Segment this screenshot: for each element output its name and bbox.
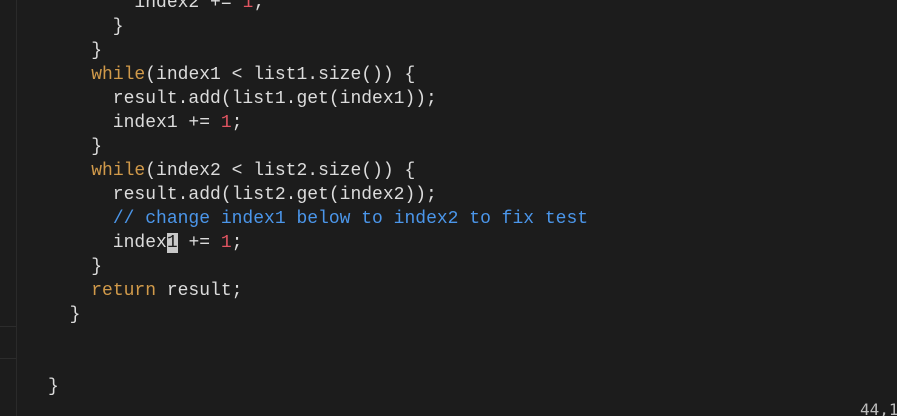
code-line[interactable]: index2 += 1; (48, 0, 588, 15)
keyword-token: while (91, 65, 146, 85)
code-text: } (48, 137, 103, 157)
code-line[interactable]: // change index1 below to index2 to fix … (48, 207, 588, 231)
code-text: ; (231, 113, 243, 133)
code-line[interactable]: index1 += 1; (48, 111, 588, 135)
code-line[interactable]: } (48, 135, 588, 159)
code-text: index2 += (48, 0, 243, 13)
number-token: 1 (242, 0, 254, 13)
code-area[interactable]: index2 += 1; } } while(index1 < list1.si… (48, 0, 588, 399)
code-line[interactable]: while(index2 < list2.size()) { (48, 159, 588, 183)
code-line[interactable] (48, 327, 588, 351)
code-line[interactable]: result.add(list1.get(index1)); (48, 87, 588, 111)
comment-token: // change index1 below to index2 to fix … (112, 209, 589, 229)
editor-gutter (0, 0, 17, 416)
gutter-divider (0, 358, 16, 359)
code-line[interactable]: } (48, 39, 588, 63)
code-text: result.add(list1.get(index1)); (48, 89, 437, 109)
code-line[interactable]: } (48, 15, 588, 39)
number-token: 1 (220, 113, 232, 133)
code-line[interactable]: } (48, 375, 588, 399)
code-text: index (48, 233, 167, 253)
code-text: index1 += (48, 113, 221, 133)
code-text: } (48, 257, 103, 277)
code-text: result.add(list2.get(index2)); (48, 185, 437, 205)
keyword-token: while (91, 161, 146, 181)
code-line[interactable]: } (48, 303, 588, 327)
text-cursor: 1 (166, 233, 178, 253)
code-line[interactable]: while(index1 < list1.size()) { (48, 63, 588, 87)
cursor-position-indicator: 44,1 (860, 400, 897, 416)
code-editor[interactable]: index2 += 1; } } while(index1 < list1.si… (0, 0, 897, 416)
code-line[interactable]: result.add(list2.get(index2)); (48, 183, 588, 207)
code-text: (index1 < list1.size()) { (145, 65, 416, 85)
code-line[interactable]: return result; (48, 279, 588, 303)
code-text: ; (231, 233, 243, 253)
gutter-divider (0, 326, 16, 327)
code-text: result; (156, 281, 243, 301)
code-text: } (48, 305, 81, 325)
code-text: } (48, 377, 59, 397)
number-token: 1 (220, 233, 232, 253)
code-line[interactable]: index1 += 1; (48, 231, 588, 255)
code-text: += (177, 233, 221, 253)
code-text: ; (253, 0, 265, 13)
code-line[interactable] (48, 351, 588, 375)
code-text: (index2 < list2.size()) { (145, 161, 416, 181)
code-text: } (48, 17, 124, 37)
code-line[interactable]: } (48, 255, 588, 279)
code-text: } (48, 41, 103, 61)
keyword-token: return (91, 281, 157, 301)
